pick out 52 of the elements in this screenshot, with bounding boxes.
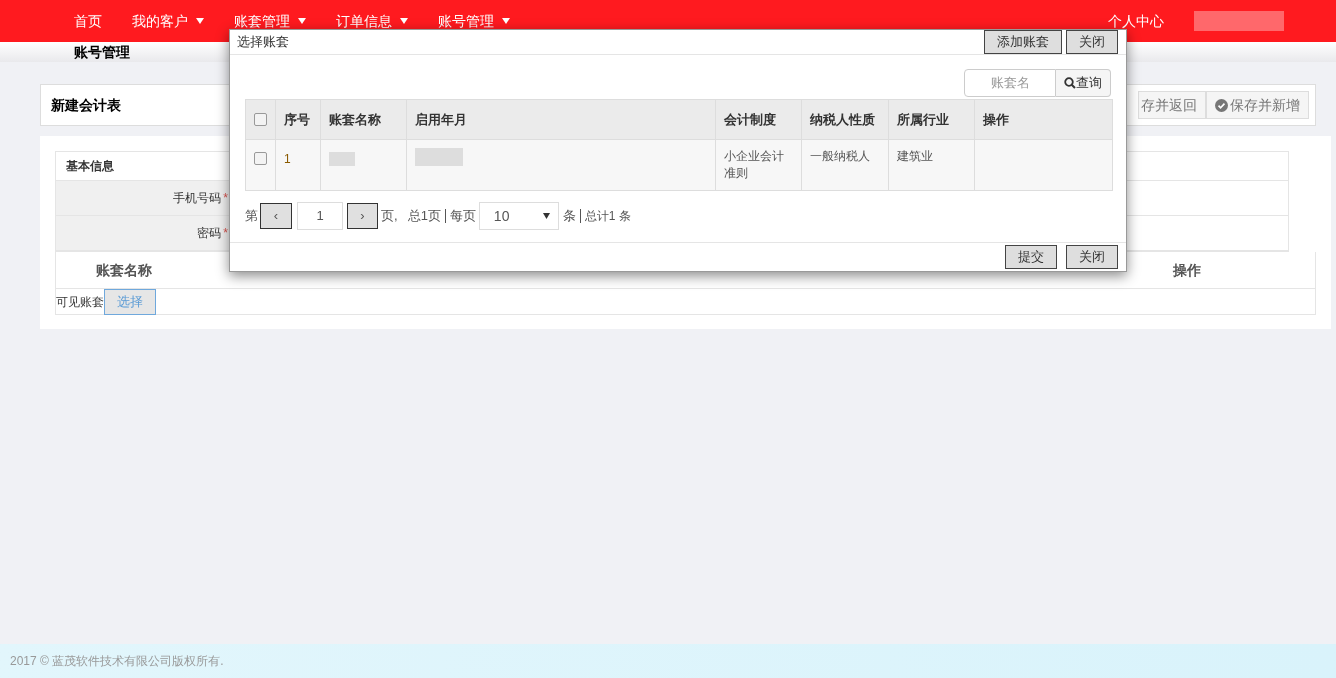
field-label: 可见账套 — [56, 293, 104, 311]
column-header: 账套名称 — [328, 110, 381, 129]
required-mark: * — [223, 190, 228, 207]
per-page-select[interactable]: 10 — [478, 202, 559, 230]
table-cell: 一般纳税人 — [810, 149, 871, 163]
column-header: 操作 — [983, 110, 1010, 129]
prev-page-button[interactable]: ‹ — [260, 203, 292, 229]
nav-link[interactable]: 账套管理 — [222, 6, 318, 36]
checkbox[interactable] — [254, 113, 267, 126]
toolbar-button[interactable]: 存并返回 — [1138, 91, 1206, 119]
search-field[interactable]: 账套名 — [964, 69, 1056, 97]
field-label: 密码 — [197, 225, 222, 242]
dropdown-icon — [542, 213, 550, 219]
column-header: 启用年月 — [414, 110, 467, 129]
pager-text: 总1页 — [407, 207, 441, 226]
dialog-button[interactable]: 关闭 — [1066, 30, 1118, 54]
breadcrumb-title: 账号管理 — [74, 42, 130, 62]
table-cell: 小企业会计准则 — [724, 149, 785, 180]
page-title: 新建会计表 — [51, 95, 121, 115]
user-center-link[interactable]: 个人中心 — [1108, 10, 1164, 32]
pager-text: 条 — [562, 207, 576, 226]
section-title: 基本信息 — [66, 158, 114, 175]
dialog-button[interactable]: 提交 — [1005, 245, 1057, 269]
table-cell: 1 — [283, 152, 291, 166]
table-cell: 建筑业 — [897, 149, 934, 163]
search-icon — [1064, 77, 1076, 89]
column-header: 纳税人性质 — [810, 110, 876, 129]
copyright-text: 2017 © 蓝茂软件技术有限公司版权所有. — [10, 653, 224, 670]
column-header: 序号 — [283, 110, 310, 129]
column-header: 会计制度 — [724, 110, 777, 129]
dialog-button[interactable]: 关闭 — [1066, 245, 1118, 269]
nav-link[interactable]: 订单信息 — [324, 6, 420, 36]
checkbox[interactable] — [254, 152, 267, 165]
column-header: 所属行业 — [897, 110, 950, 129]
field-label: 手机号码 — [173, 190, 222, 207]
column-header: 账套名称 — [96, 260, 152, 280]
pager-text: 第 — [245, 207, 258, 226]
next-page-button[interactable]: › — [347, 203, 378, 229]
column-header: 操作 — [1173, 260, 1201, 280]
nav-link[interactable]: 账号管理 — [426, 6, 522, 36]
toolbar-button[interactable]: 保存并新增 — [1206, 91, 1309, 119]
nav-link[interactable]: 首页 — [62, 6, 114, 36]
pager-text: 总计1 条 — [584, 208, 631, 225]
required-mark: * — [223, 225, 228, 242]
dialog-button[interactable]: 添加账套 — [984, 30, 1062, 54]
pager-text: 页, — [381, 207, 398, 226]
pager-text: 每页 — [449, 207, 476, 226]
nav-link[interactable]: 我的客户 — [120, 6, 216, 36]
dialog-title: 选择账套 — [237, 33, 289, 52]
search-button[interactable]: 查询 — [1056, 69, 1111, 97]
page-input[interactable]: 1 — [297, 202, 343, 230]
select-button[interactable]: 选择 — [104, 288, 156, 315]
